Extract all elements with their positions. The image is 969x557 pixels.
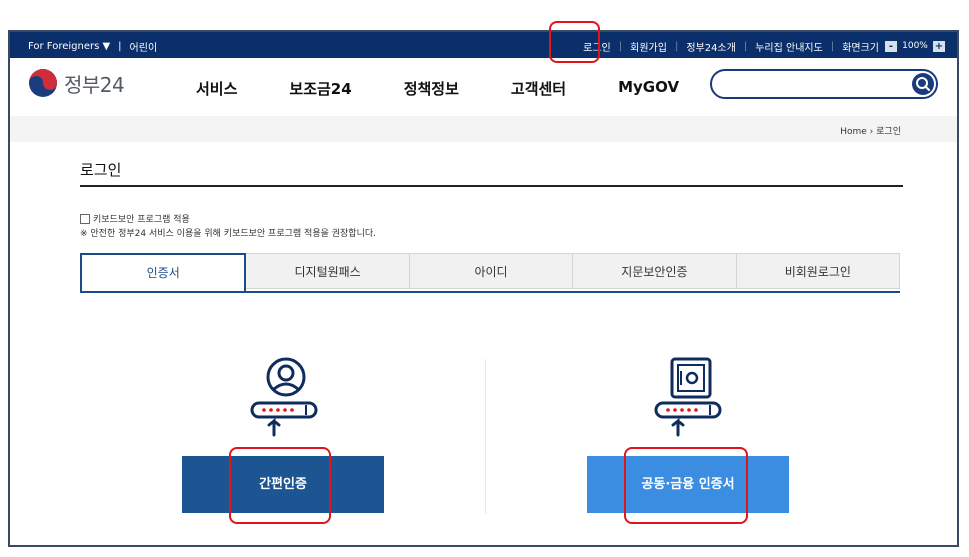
tab-digital-onepass[interactable]: 디지털원패스 [246,253,410,289]
nav-services[interactable]: 서비스 [196,78,237,99]
main-nav: 서비스 보조금24 정책정보 고객센터 MyGOV [196,78,731,99]
browser-frame: For Foreigners ▼ | 어린이 로그인 | 회원가입 | 정부24… [8,30,959,547]
utility-separator: | [674,41,679,52]
taegeuk-emblem-icon [29,69,57,97]
zoom-level: 100% [897,41,933,52]
nav-subsidy[interactable]: 보조금24 [289,78,351,99]
certificate-safe-icon [654,357,722,437]
zoom-control: - 100% + [885,41,945,52]
nav-policy[interactable]: 정책정보 [404,78,459,99]
breadcrumb: Home › 로그인 [840,124,901,137]
options-divider [485,359,486,514]
search-icon [916,77,930,91]
keyboard-security-label: 키보드보안 프로그램 적용 [93,215,190,225]
search-input[interactable] [724,76,908,94]
kids-link[interactable]: 어린이 [130,39,158,54]
keyboard-security-option[interactable]: 키보드보안 프로그램 적용 [80,212,190,225]
keyboard-security-note: ※ 안전한 정부24 서비스 이용을 위해 키보드보안 프로그램 적용을 권장합… [80,229,377,239]
utility-bar: For Foreigners ▼ | 어린이 로그인 | 회원가입 | 정부24… [10,32,957,58]
zoom-in-button[interactable]: + [933,41,945,52]
utility-separator: | [118,41,122,52]
tab-id[interactable]: 아이디 [409,253,574,289]
search-box [710,69,938,99]
site-logo[interactable]: 정부24 [28,68,125,98]
tab-non-member[interactable]: 비회원로그인 [736,253,901,289]
site-header: 정부24 서비스 보조금24 정책정보 고객센터 MyGOV [10,58,957,117]
joint-certificate-button[interactable]: 공동·금융 인증서 [587,456,789,513]
nav-mygov[interactable]: MyGOV [618,78,679,99]
sitemap-link[interactable]: 누리집 안내지도 [755,39,823,54]
signup-link[interactable]: 회원가입 [630,39,667,54]
logo-text: 정부24 [64,72,125,97]
search-button[interactable] [912,73,934,95]
nav-customer-center[interactable]: 고객센터 [511,78,566,99]
utility-left: For Foreigners ▼ | 어린이 [28,39,157,54]
utility-separator: | [618,41,623,52]
breadcrumb-band: Home › 로그인 [10,116,957,142]
utility-separator: | [743,41,748,52]
login-link[interactable]: 로그인 [583,39,611,54]
breadcrumb-separator: › [869,127,874,137]
zoom-out-button[interactable]: - [885,41,897,52]
simple-auth-button[interactable]: 간편인증 [182,456,384,513]
for-foreigners-link[interactable]: For Foreigners ▼ [28,41,110,52]
simple-auth-icon [250,357,318,437]
tab-fingerprint[interactable]: 지문보안인증 [573,253,737,289]
utility-separator: | [830,41,835,52]
breadcrumb-current: 로그인 [876,127,901,137]
title-underline [80,185,903,187]
screen-size-label: 화면크기 [842,43,879,54]
login-method-tabs: 인증서 디지털원패스 아이디 지문보안인증 비회원로그인 [80,253,901,293]
breadcrumb-home[interactable]: Home [840,127,867,137]
tab-certificate[interactable]: 인증서 [80,253,247,291]
page-title: 로그인 [80,161,122,179]
utility-right: 로그인 | 회원가입 | 정부24소개 | 누리집 안내지도 | 화면크기 - … [583,39,945,54]
about-link[interactable]: 정부24소개 [686,39,736,54]
keyboard-security-checkbox[interactable] [80,213,90,224]
